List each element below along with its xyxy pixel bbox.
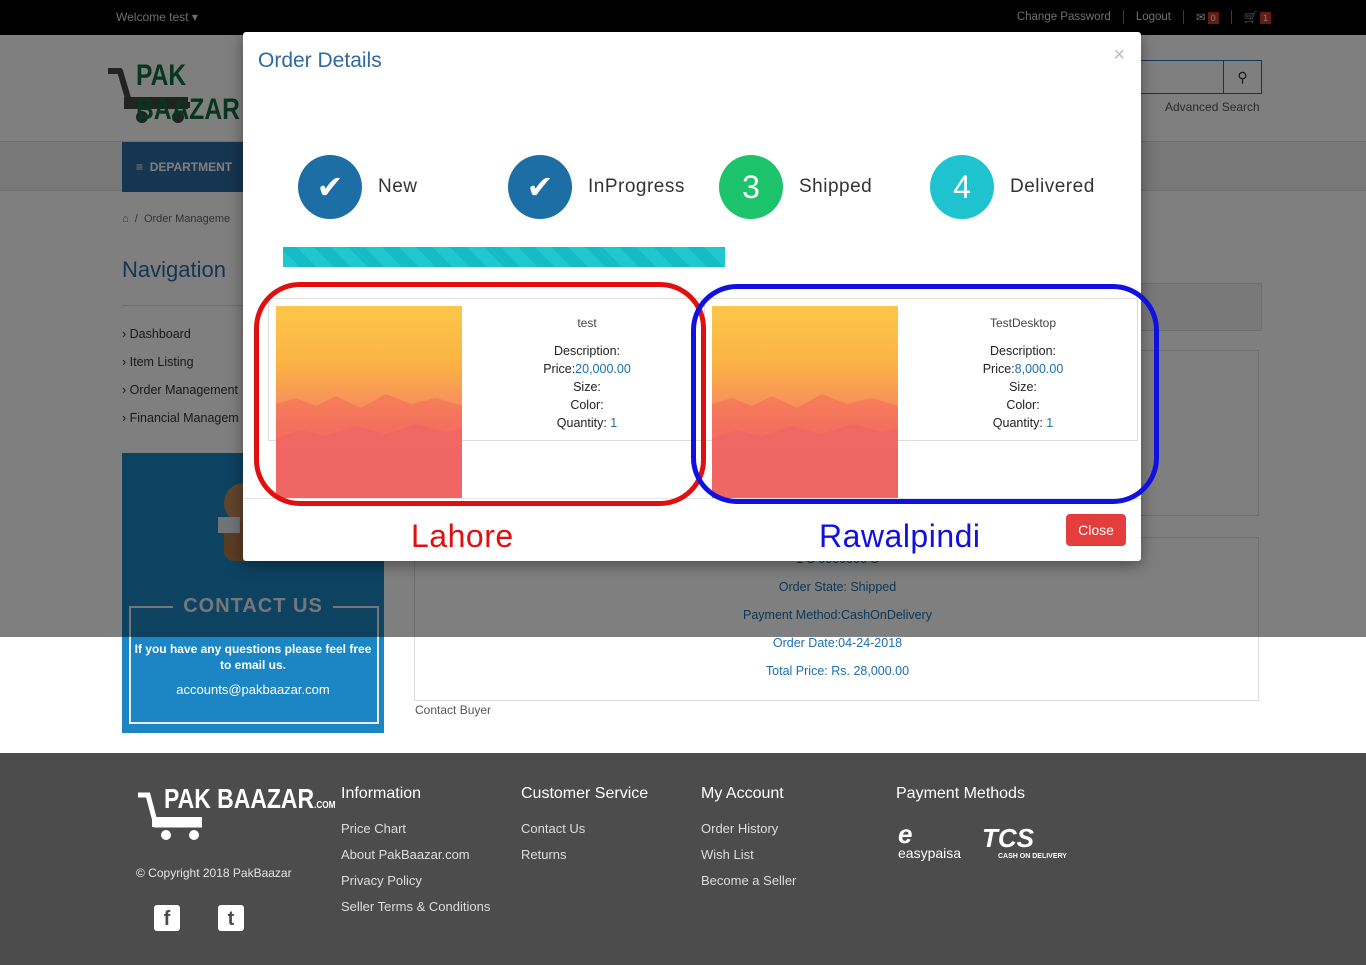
check-icon: ✔ [526, 169, 554, 205]
footer-column-customer-service: Customer Service Contact Us Returns [521, 785, 648, 873]
footer-logo-text: PAK BAAZAR.COM [164, 783, 336, 814]
step-new: ✔ New [298, 155, 418, 219]
contact-buyer-link[interactable]: Contact Buyer [415, 703, 491, 717]
check-icon: ✔ [316, 169, 344, 205]
copyright: © Copyright 2018 PakBaazar [136, 866, 292, 880]
step-label-shipped: Shipped [799, 176, 873, 197]
annotation-ring-red [254, 282, 706, 506]
footer-column-information: Information Price Chart About PakBaazar.… [341, 785, 490, 925]
facebook-icon[interactable]: f [154, 905, 180, 931]
site-footer: PAK BAAZAR.COM © Copyright 2018 PakBaaza… [0, 753, 1366, 965]
footer-link-become-seller[interactable]: Become a Seller [701, 873, 796, 899]
footer-column-title: Customer Service [521, 785, 649, 802]
step-delivered: 4 Delivered [930, 155, 1095, 219]
annotation-ring-blue [691, 284, 1159, 504]
footer-column-title: My Account [701, 785, 784, 802]
footer-link-about[interactable]: About PakBaazar.com [341, 847, 490, 873]
footer-link-privacy[interactable]: Privacy Policy [341, 873, 490, 899]
step-circle-new: ✔ [298, 155, 362, 219]
modal-title: Order Details [258, 49, 382, 72]
contact-text: If you have any questions please feel fr… [134, 642, 372, 672]
step-shipped: 3 Shipped [719, 155, 872, 219]
footer-link-contact[interactable]: Contact Us [521, 821, 648, 847]
step-circle-inprogress: ✔ [508, 155, 572, 219]
tcs-logo: TCS CASH ON DELIVERY [982, 823, 1067, 860]
footer-link-wish-list[interactable]: Wish List [701, 847, 796, 873]
annotation-label-rawalpindi: Rawalpindi [819, 518, 981, 554]
order-total: Total Price: Rs. 28,000.00 [765, 664, 910, 678]
footer-link-order-history[interactable]: Order History [701, 821, 796, 847]
order-date: Order Date:04-24-2018 [772, 636, 903, 650]
step-inprogress: ✔ InProgress [508, 155, 685, 219]
order-progress-bar [283, 247, 725, 267]
easypaisa-logo: e easypaisa [898, 819, 962, 861]
step-circle-delivered: 4 [930, 155, 994, 219]
footer-link-seller-terms[interactable]: Seller Terms & Conditions [341, 899, 490, 925]
step-circle-shipped: 3 [719, 155, 783, 219]
close-icon[interactable]: × [1113, 44, 1125, 67]
footer-column-payment: Payment Methods [896, 785, 1025, 821]
footer-column-title: Information [341, 785, 422, 802]
annotation-label-lahore: Lahore [411, 518, 514, 554]
footer-column-title: Payment Methods [896, 785, 1025, 802]
footer-link-returns[interactable]: Returns [521, 847, 648, 873]
close-button[interactable]: Close [1066, 514, 1126, 546]
step-label-new: New [378, 176, 418, 197]
step-label-inprogress: InProgress [588, 176, 685, 197]
contact-email[interactable]: accounts@pakbaazar.com [122, 682, 384, 697]
footer-column-my-account: My Account Order History Wish List Becom… [701, 785, 796, 899]
footer-link-price-chart[interactable]: Price Chart [341, 821, 490, 847]
order-details-modal: Order Details × ✔ New ✔ InProgress 3 Shi… [243, 32, 1159, 561]
step-label-delivered: Delivered [1010, 176, 1095, 197]
twitter-icon[interactable]: t [218, 905, 244, 931]
